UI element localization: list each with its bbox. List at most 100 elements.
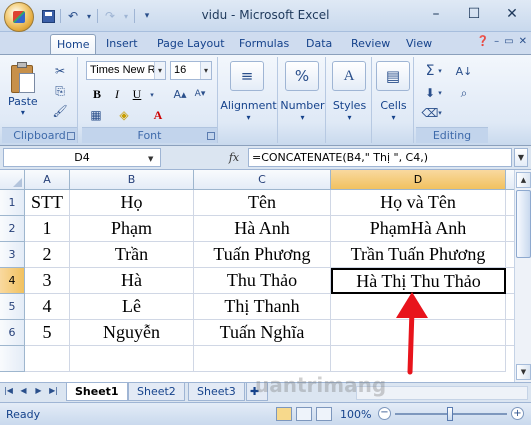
grow-font-icon[interactable]: A▴ — [172, 86, 188, 102]
table-cell[interactable]: 1 — [25, 216, 70, 242]
fill-color-icon[interactable]: ◈ — [116, 107, 132, 123]
page-layout-view-icon[interactable] — [296, 407, 312, 421]
paste-dropdown-icon[interactable]: ▾ — [21, 108, 25, 117]
page-break-view-icon[interactable] — [316, 407, 332, 421]
font-color-icon[interactable]: A — [150, 107, 166, 123]
sheet-tab-sheet1[interactable]: Sheet1 — [66, 383, 128, 401]
table-cell[interactable]: 2 — [25, 242, 70, 268]
column-header-c[interactable]: C — [194, 170, 331, 190]
tab-view[interactable]: View — [400, 34, 438, 54]
table-cell[interactable]: Tên — [194, 190, 331, 216]
tab-formulas[interactable]: Formulas — [233, 34, 295, 54]
font-launcher-icon[interactable] — [207, 132, 215, 140]
shrink-font-icon[interactable]: A▾ — [192, 86, 208, 102]
chevron-down-icon[interactable]: ▾ — [436, 105, 444, 121]
tab-page-layout[interactable]: Page Layout — [151, 34, 231, 54]
table-cell[interactable]: Trần — [70, 242, 194, 268]
table-cell[interactable] — [331, 294, 506, 320]
bold-button[interactable]: B — [88, 85, 106, 103]
table-cell[interactable]: Hà — [70, 268, 194, 294]
cells-button[interactable]: ▤ — [376, 61, 410, 93]
alignment-button[interactable]: ≡ — [230, 61, 264, 93]
underline-dropdown-icon[interactable]: ▾ — [144, 87, 160, 103]
prev-sheet-icon[interactable]: ◀ — [17, 386, 30, 395]
close-button[interactable]: ✕ — [493, 0, 531, 28]
table-cell[interactable] — [70, 346, 194, 372]
zoom-out-button[interactable]: − — [378, 407, 391, 420]
table-cell[interactable]: Họ — [70, 190, 194, 216]
chevron-down-icon[interactable]: ▾ — [200, 62, 211, 79]
table-cell[interactable]: Trần Tuấn Phương — [331, 242, 506, 268]
row-header[interactable]: 5 — [0, 294, 25, 320]
tab-home[interactable]: Home — [50, 34, 97, 54]
clipboard-launcher-icon[interactable] — [67, 132, 75, 140]
borders-icon[interactable]: ▦ — [88, 107, 104, 123]
table-cell[interactable]: STT — [25, 190, 70, 216]
table-cell[interactable]: Lê — [70, 294, 194, 320]
table-cell[interactable] — [194, 346, 331, 372]
first-sheet-icon[interactable]: |◀ — [2, 386, 15, 395]
zoom-level[interactable]: 100% — [340, 408, 371, 421]
zoom-slider-thumb[interactable] — [447, 407, 453, 421]
last-sheet-icon[interactable]: ▶| — [47, 386, 60, 395]
column-header-b[interactable]: B — [70, 170, 194, 190]
sort-filter-icon[interactable]: A↓ — [456, 63, 473, 79]
font-name-select[interactable]: Times New Ro ▾ — [86, 61, 166, 80]
table-cell[interactable]: 3 — [25, 268, 70, 294]
paste-button[interactable]: Paste ▾ — [8, 61, 38, 117]
table-cell[interactable]: Thị Thanh — [194, 294, 331, 320]
formula-input[interactable]: =CONCATENATE(B4," Thị ", C4,) — [248, 148, 512, 167]
row-header[interactable]: 2 — [0, 216, 25, 242]
scroll-up-icon[interactable]: ▲ — [516, 172, 531, 188]
table-cell[interactable]: PhạmHà Anh — [331, 216, 506, 242]
table-cell[interactable]: Phạm — [70, 216, 194, 242]
italic-button[interactable]: I — [108, 85, 126, 103]
find-select-icon[interactable]: ⌕ — [456, 85, 472, 101]
chevron-down-icon[interactable]: ▾ — [220, 113, 277, 122]
table-cell[interactable]: Tuấn Phương — [194, 242, 331, 268]
chevron-down-icon[interactable]: ▼ — [148, 155, 153, 163]
table-cell[interactable]: 5 — [25, 320, 70, 346]
vertical-scrollbar[interactable]: ▲ ▼ — [514, 170, 531, 382]
active-cell[interactable]: Hà Thị Thu Thảo — [331, 268, 506, 294]
format-painter-icon[interactable]: 🖌 — [52, 103, 68, 119]
chevron-down-icon[interactable]: ▾ — [280, 113, 325, 122]
select-all-button[interactable] — [0, 170, 25, 190]
chevron-down-icon[interactable]: ▾ — [436, 85, 444, 101]
tab-insert[interactable]: Insert — [100, 34, 144, 54]
column-header-a[interactable]: A — [25, 170, 70, 190]
minimize-button[interactable]: – — [417, 0, 455, 28]
font-size-select[interactable]: 16 ▾ — [170, 61, 212, 80]
copy-icon[interactable]: ⎘ — [52, 83, 68, 99]
insert-function-button[interactable]: fx — [224, 148, 244, 167]
table-cell[interactable] — [331, 320, 506, 346]
table-cell[interactable] — [506, 320, 514, 346]
scroll-thumb[interactable] — [516, 190, 531, 258]
chevron-down-icon[interactable]: ▾ — [154, 62, 165, 79]
table-cell[interactable] — [506, 190, 514, 216]
ribbon-minimize-icon[interactable]: – — [494, 36, 499, 47]
styles-button[interactable]: A — [332, 61, 366, 93]
row-header[interactable]: 3 — [0, 242, 25, 268]
table-cell[interactable]: 4 — [25, 294, 70, 320]
table-cell[interactable]: Họ và Tên — [331, 190, 506, 216]
normal-view-icon[interactable] — [276, 407, 292, 421]
name-box[interactable]: D4 — [3, 148, 161, 167]
ribbon-close-icon[interactable]: ✕ — [519, 36, 527, 47]
column-header-d[interactable]: D — [331, 170, 506, 190]
sheet-tab-sheet3[interactable]: Sheet3 — [188, 383, 245, 401]
help-icon[interactable]: ❓ — [477, 36, 489, 47]
zoom-in-button[interactable]: + — [511, 407, 524, 420]
table-cell[interactable]: Thu Thảo — [194, 268, 331, 294]
tab-data[interactable]: Data — [300, 34, 338, 54]
table-cell[interactable] — [506, 216, 514, 242]
expand-formula-bar-button[interactable]: ▼ — [514, 148, 528, 167]
table-cell[interactable] — [506, 242, 514, 268]
ribbon-restore-icon[interactable]: ▭ — [504, 36, 513, 47]
next-sheet-icon[interactable]: ▶ — [32, 386, 45, 395]
table-cell[interactable] — [506, 294, 514, 320]
maximize-button[interactable]: ☐ — [455, 0, 493, 28]
scroll-down-icon[interactable]: ▼ — [516, 364, 531, 380]
number-button[interactable]: % — [285, 61, 319, 93]
tab-review[interactable]: Review — [345, 34, 396, 54]
